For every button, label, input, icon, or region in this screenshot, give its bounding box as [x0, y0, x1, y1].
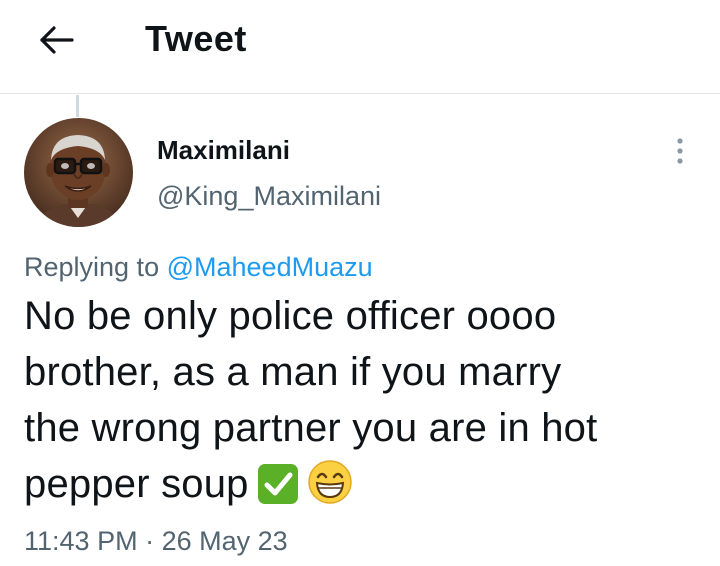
tweet-timestamp[interactable]: 11:43 PM · 26 May 23	[24, 525, 288, 557]
tweet-text-line-last: pepper soup	[24, 456, 704, 512]
replying-to: Replying to @MaheedMuazu	[24, 251, 373, 283]
avatar[interactable]	[24, 118, 133, 227]
tweet-time: 11:43 PM	[24, 526, 138, 556]
arrow-left-icon	[32, 20, 80, 60]
tweet-text-line: No be only police officer oooo	[24, 294, 557, 338]
replying-to-mention[interactable]: @MaheedMuazu	[167, 252, 373, 282]
author-name[interactable]: Maximilani	[157, 134, 290, 166]
tweet-text-line: pepper soup	[24, 462, 249, 506]
grinning-face-emoji	[307, 459, 353, 505]
timestamp-separator: ·	[145, 526, 155, 556]
tweet-text-line: the wrong partner you are in hot	[24, 406, 598, 450]
tweet-text-line: brother, as a man if you marry	[24, 350, 562, 394]
thread-connector-line	[76, 95, 79, 117]
author-handle[interactable]: @King_Maximilani	[157, 180, 381, 212]
top-bar: Tweet	[0, 0, 720, 94]
check-mark-button-emoji	[257, 463, 299, 505]
more-vertical-icon	[664, 134, 696, 168]
tweet-date: 26 May 23	[161, 526, 288, 556]
replying-to-label: Replying to	[24, 252, 160, 282]
tweet-body: No be only police officer oooo brother, …	[24, 288, 704, 512]
page-title: Tweet	[145, 18, 247, 59]
back-button[interactable]	[32, 20, 80, 60]
more-options-button[interactable]	[664, 134, 696, 168]
